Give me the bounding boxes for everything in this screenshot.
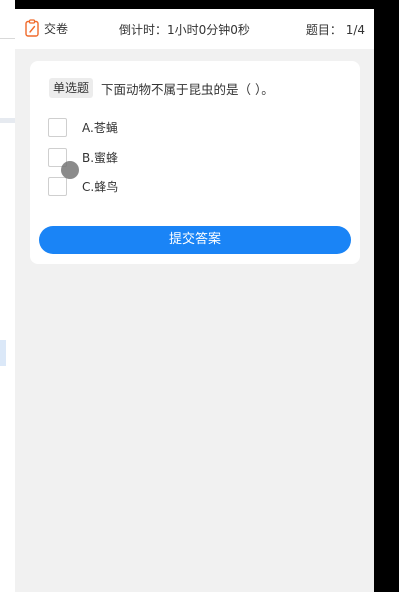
question-card: 单选题 下面动物不属于昆虫的是（ ）。 A.苍蝇 B.蜜蜂 C.蜂鸟 提交答案 (30, 61, 360, 264)
clipboard-pen-icon (25, 19, 39, 37)
option-label: B.蜜蜂 (82, 150, 119, 165)
submit-answer-button[interactable]: 提交答案 (39, 226, 351, 254)
option-b[interactable]: B.蜜蜂 (48, 146, 118, 168)
option-c[interactable]: C.蜂鸟 (48, 175, 118, 197)
progress-label: 题目： (305, 23, 342, 37)
option-label: A.苍蝇 (82, 120, 118, 135)
desktop-background (0, 0, 15, 592)
divider (0, 118, 15, 123)
option-checkbox[interactable] (48, 176, 67, 196)
progress-value: 1/4 (345, 23, 365, 37)
question-type-badge: 单选题 (49, 78, 94, 98)
option-a[interactable]: A.苍蝇 (48, 116, 118, 138)
option-checkbox[interactable] (48, 117, 67, 137)
option-label: C.蜂鸟 (82, 179, 119, 194)
highlight-strip (0, 340, 6, 366)
quiz-page: 交卷 倒计时：1小时0分钟0秒 题目： 1/4 单选题 下面动物不属于昆虫的是（… (15, 9, 374, 592)
countdown-timer: 倒计时：1小时0分钟0秒 (119, 23, 250, 37)
top-bar: 交卷 倒计时：1小时0分钟0秒 题目： 1/4 (15, 9, 374, 49)
question-progress: 题目： 1/4 (306, 21, 365, 38)
submit-exam-label: 交卷 (44, 21, 69, 36)
submit-exam-button[interactable]: 交卷 (25, 18, 68, 38)
divider (0, 38, 15, 39)
question-header: 单选题 下面动物不属于昆虫的是（ ）。 (49, 78, 274, 98)
question-text: 下面动物不属于昆虫的是（ ）。 (101, 81, 274, 97)
touch-cursor-indicator (61, 161, 79, 179)
